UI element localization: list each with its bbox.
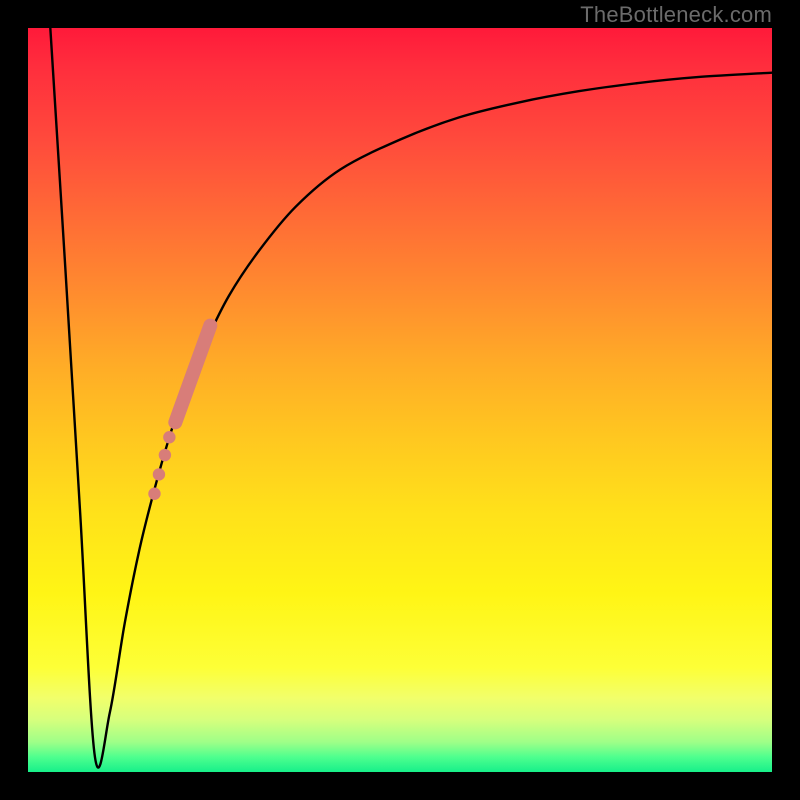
overlay-dot [159, 449, 171, 461]
overlay-dot [153, 468, 165, 480]
chart-svg [28, 28, 772, 772]
bottleneck-curve [50, 28, 772, 768]
overlay-highlight-band [175, 326, 210, 423]
chart-frame: TheBottleneck.com [0, 0, 800, 800]
overlay-dot [163, 431, 175, 443]
overlay-dot [148, 488, 160, 500]
watermark-text: TheBottleneck.com [580, 2, 772, 28]
plot-area [28, 28, 772, 772]
